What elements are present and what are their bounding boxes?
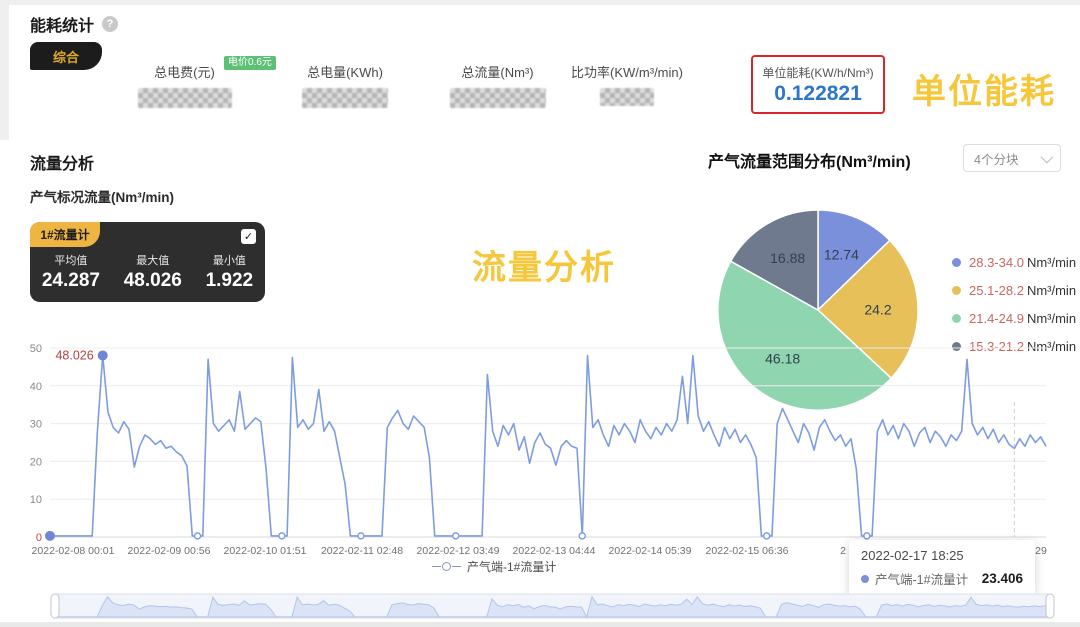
stat-label: 总电费(元) xyxy=(154,62,215,81)
pie-legend-item[interactable]: 28.3-34.0Nm³/min xyxy=(952,255,1076,270)
help-icon[interactable]: ? xyxy=(102,16,118,32)
stat-label: 比功率(KW/m³/min) xyxy=(571,62,683,81)
series-dot-icon xyxy=(861,575,869,583)
y-axis-label: 0 xyxy=(36,532,42,544)
line-chart-legend[interactable]: 产气端-1#流量计 xyxy=(432,558,556,575)
meter-checkbox[interactable]: ✓ xyxy=(241,229,256,244)
y-axis-label: 30 xyxy=(30,419,42,431)
stat-label: 总流量(Nm³) xyxy=(461,62,533,81)
x-axis-label: 2022-02-13 04:44 xyxy=(513,545,596,557)
legend-circle-icon xyxy=(442,562,451,571)
meter-stat-min: 最小值 1.922 xyxy=(206,252,254,292)
pie-legend-item[interactable]: 25.1-28.2Nm³/min xyxy=(952,283,1076,298)
y-axis-label: 50 xyxy=(30,343,42,355)
flow-section-title: 流量分析 xyxy=(30,150,94,174)
x-axis-label: 2022-02-10 01:51 xyxy=(224,545,307,557)
page-edge-top xyxy=(0,0,1080,5)
tab-comprehensive[interactable]: 综合 xyxy=(30,42,102,70)
x-axis-label: 2022-02-12 03:49 xyxy=(417,545,500,557)
energy-section-title: 能耗统计 xyxy=(30,12,94,36)
masked-value xyxy=(138,88,232,108)
annotation-unit-energy: 单位能耗 xyxy=(912,64,1056,113)
legend-unit: Nm³/min xyxy=(1027,311,1076,326)
series-start-marker[interactable] xyxy=(45,531,55,541)
tooltip-time: 2022-02-17 18:25 xyxy=(861,548,1023,563)
x-axis-label: 2022-02-11 02:48 xyxy=(321,545,403,557)
legend-range: 28.3-34.0 xyxy=(969,255,1024,270)
data-point-marker[interactable] xyxy=(195,533,201,539)
dropdown-value: 4个分块 xyxy=(974,149,1018,168)
pie-segments-dropdown[interactable]: 4个分块 xyxy=(963,144,1061,172)
legend-line-icon xyxy=(452,566,461,567)
meter-stat-max: 最大值 48.026 xyxy=(124,252,182,292)
x-axis-label: 2022-02-08 00:01 xyxy=(32,545,115,557)
tooltip-series: 产气端-1#流量计 xyxy=(875,569,968,588)
brush-handle-right[interactable] xyxy=(1046,594,1054,618)
brush-handle-left[interactable] xyxy=(51,594,59,618)
legend-line-icon xyxy=(432,566,441,567)
legend-label: 产气端-1#流量计 xyxy=(467,558,556,575)
y-axis-label: 40 xyxy=(30,381,42,393)
page-edge-left xyxy=(0,0,9,140)
x-axis-label: 2022-02-14 05:39 xyxy=(609,545,692,557)
legend-unit: Nm³/min xyxy=(1027,255,1076,270)
data-point-marker[interactable] xyxy=(579,533,585,539)
pie-slice-label: 16.88 xyxy=(770,250,805,266)
data-point-marker[interactable] xyxy=(358,533,364,539)
flow-series-line xyxy=(50,356,1046,536)
stat-label: 总电量(KWh) xyxy=(307,62,383,81)
stat-unit-energy-highlighted: 单位能耗(KW/h/Nm³) 0.122821 xyxy=(751,55,885,114)
meter-card: 1#流量计 ✓ 平均值 24.287 最大值 48.026 最小值 1.922 xyxy=(30,222,265,302)
pie-legend-item[interactable]: 21.4-24.9Nm³/min xyxy=(952,311,1076,326)
masked-value xyxy=(302,88,388,108)
x-axis-label-fragment: 2 xyxy=(840,545,846,557)
pie-slice-label: 12.74 xyxy=(824,247,859,263)
legend-dot-icon xyxy=(952,286,961,295)
meter-card-tab[interactable]: 1#流量计 xyxy=(30,222,100,247)
legend-unit: Nm³/min xyxy=(1027,283,1076,298)
flow-subtitle: 产气标况流量(Nm³/min) xyxy=(30,186,174,206)
stat-label: 单位能耗(KW/h/Nm³) xyxy=(762,64,873,81)
stat-specific-power: 比功率(KW/m³/min) xyxy=(563,62,691,106)
x-axis-label-fragment: 29 xyxy=(1035,545,1047,557)
stat-total-flow: 总流量(Nm³) xyxy=(435,62,560,108)
y-axis-label: 20 xyxy=(30,456,42,468)
max-point-marker[interactable] xyxy=(98,350,108,360)
annotation-flow-analysis: 流量分析 xyxy=(472,240,616,289)
data-point-marker[interactable] xyxy=(453,533,459,539)
masked-value xyxy=(600,88,654,106)
pie-title: 产气流量范围分布(Nm³/min) xyxy=(708,148,911,172)
meter-stat-avg: 平均值 24.287 xyxy=(42,252,100,292)
stat-total-energy: 总电量(KWh) xyxy=(285,62,405,108)
legend-range: 25.1-28.2 xyxy=(969,283,1024,298)
data-point-marker[interactable] xyxy=(864,533,870,539)
stat-total-electricity-fee: 总电费(元) 电价0.6元 xyxy=(112,62,257,108)
legend-dot-icon xyxy=(952,258,961,267)
y-axis-label: 10 xyxy=(30,494,42,506)
tooltip-value: 23.406 xyxy=(982,571,1023,586)
legend-range: 21.4-24.9 xyxy=(969,311,1024,326)
x-axis-label: 2022-02-15 06:36 xyxy=(706,545,789,557)
pie-slice-label: 24.2 xyxy=(864,301,891,317)
masked-value xyxy=(450,88,546,108)
max-value-annotation: 48.026 xyxy=(55,348,93,362)
data-point-marker[interactable] xyxy=(764,533,770,539)
x-axis-label: 2022-02-09 00:56 xyxy=(128,545,211,557)
legend-dot-icon xyxy=(952,314,961,323)
chevron-down-icon xyxy=(1041,150,1054,163)
data-point-marker[interactable] xyxy=(279,533,285,539)
electricity-price-badge: 电价0.6元 xyxy=(224,56,276,70)
unit-energy-value: 0.122821 xyxy=(774,82,862,106)
datazoom-brush[interactable] xyxy=(0,588,1080,624)
